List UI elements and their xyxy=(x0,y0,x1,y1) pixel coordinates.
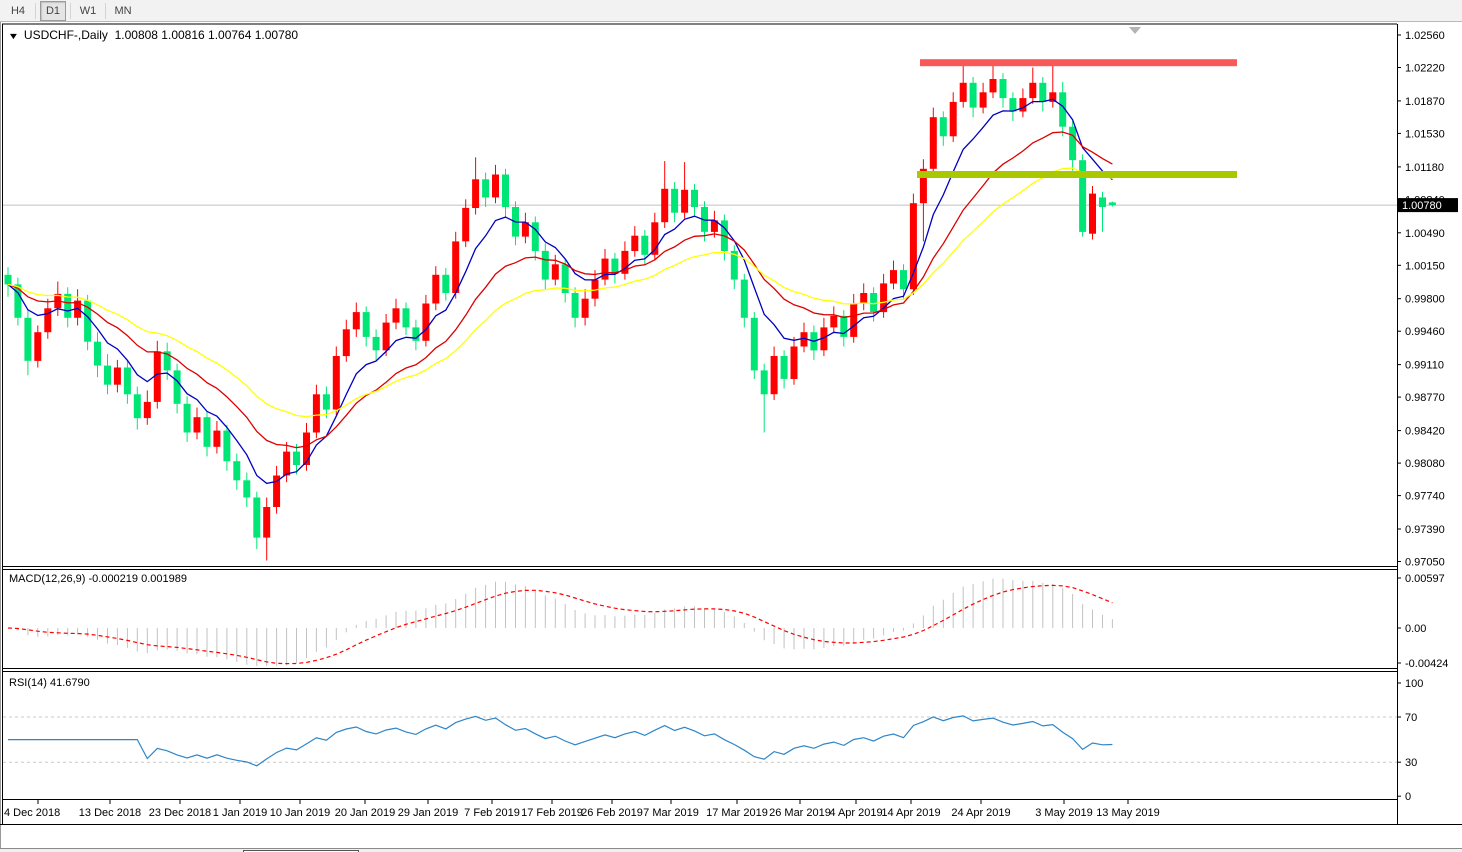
chart-title: ▼ USDCHF-,Daily 1.00808 1.00816 1.00764 1… xyxy=(8,28,299,42)
svg-text:1.02220: 1.02220 xyxy=(1405,63,1445,75)
svg-text:1.02560: 1.02560 xyxy=(1405,30,1445,42)
svg-text:0.97050: 0.97050 xyxy=(1405,557,1445,569)
svg-text:100: 100 xyxy=(1405,678,1423,690)
macd-label: MACD(12,26,9) -0.000219 0.001989 xyxy=(9,573,187,585)
svg-text:0: 0 xyxy=(1405,791,1411,803)
svg-text:1.00490: 1.00490 xyxy=(1405,228,1445,240)
svg-text:0.98420: 0.98420 xyxy=(1405,426,1445,438)
svg-text:0.00: 0.00 xyxy=(1405,623,1426,635)
svg-text:17 Mar 2019: 17 Mar 2019 xyxy=(706,807,768,819)
chart-shift-marker[interactable] xyxy=(1129,27,1141,34)
svg-text:30: 30 xyxy=(1405,757,1417,769)
svg-text:14 Apr 2019: 14 Apr 2019 xyxy=(881,807,940,819)
svg-text:0.97740: 0.97740 xyxy=(1405,491,1445,503)
symbol-tab-bar: EURUSD-,DailyAUDUSD-,DailyUSDCHF-,DailyU… xyxy=(0,848,1462,852)
timeframe-button-w1[interactable]: W1 xyxy=(75,1,101,21)
timeframe-button-mn[interactable]: MN xyxy=(110,1,136,21)
svg-text:70: 70 xyxy=(1405,712,1417,724)
svg-text:24 Apr 2019: 24 Apr 2019 xyxy=(951,807,1010,819)
svg-text:13 May 2019: 13 May 2019 xyxy=(1096,807,1160,819)
svg-text:13 Dec 2018: 13 Dec 2018 xyxy=(79,807,141,819)
svg-text:17 Feb 2019: 17 Feb 2019 xyxy=(521,807,583,819)
svg-text:0.99800: 0.99800 xyxy=(1405,294,1445,306)
timeframe-toolbar: H4 D1 W1 MN xyxy=(0,0,1462,22)
svg-text:1.00780: 1.00780 xyxy=(1402,200,1442,212)
timeframe-button-d1[interactable]: D1 xyxy=(40,0,66,21)
svg-text:26 Feb 2019: 26 Feb 2019 xyxy=(581,807,643,819)
svg-text:0.97390: 0.97390 xyxy=(1405,524,1445,536)
toolbar-separator xyxy=(105,2,106,19)
svg-text:0.99110: 0.99110 xyxy=(1405,360,1444,372)
svg-text:23 Dec 2018: 23 Dec 2018 xyxy=(149,807,211,819)
chart-symbol-label: USDCHF-,Daily xyxy=(23,28,108,42)
svg-text:0.98080: 0.98080 xyxy=(1405,458,1445,470)
svg-text:1.01180: 1.01180 xyxy=(1405,162,1444,174)
svg-text:1.01870: 1.01870 xyxy=(1405,96,1445,108)
svg-text:0.98770: 0.98770 xyxy=(1405,392,1445,404)
chart-ohlc-readout: 1.00808 1.00816 1.00764 1.00780 xyxy=(114,28,299,42)
rsi-value: 41.6790 xyxy=(49,677,90,689)
svg-text:0.00597: 0.00597 xyxy=(1405,573,1445,585)
svg-text:7 Feb 2019: 7 Feb 2019 xyxy=(464,807,520,819)
timeframe-button-h4[interactable]: H4 xyxy=(5,1,31,21)
chart-axes[interactable]: 1.02560 1.02220 1.01870 1.01530 1.01180 1.008… xyxy=(0,22,1462,852)
svg-text:29 Jan 2019: 29 Jan 2019 xyxy=(398,807,459,819)
svg-text:3 May 2019: 3 May 2019 xyxy=(1035,807,1092,819)
svg-text:7 Mar 2019: 7 Mar 2019 xyxy=(643,807,699,819)
svg-text:-0.00424: -0.00424 xyxy=(1405,658,1448,670)
svg-text:1.00150: 1.00150 xyxy=(1405,260,1445,272)
macd-values: -0.000219 0.001989 xyxy=(88,573,187,585)
toolbar-separator xyxy=(70,2,71,19)
chart-dropdown-icon[interactable]: ▼ xyxy=(8,31,20,41)
svg-text:1.01530: 1.01530 xyxy=(1405,128,1445,140)
svg-text:4 Apr 2019: 4 Apr 2019 xyxy=(829,807,882,819)
svg-text:1 Jan 2019: 1 Jan 2019 xyxy=(213,807,267,819)
svg-text:20 Jan 2019: 20 Jan 2019 xyxy=(335,807,396,819)
svg-text:10 Jan 2019: 10 Jan 2019 xyxy=(270,807,331,819)
svg-text:26 Mar 2019: 26 Mar 2019 xyxy=(769,807,831,819)
svg-text:4 Dec 2018: 4 Dec 2018 xyxy=(4,807,60,819)
terminal-window: H4 D1 W1 MN ▼ USDCHF-,Daily 1.00808 1.00816 … xyxy=(0,0,1462,852)
chart-window: ▼ USDCHF-,Daily 1.00808 1.00816 1.00764 1… xyxy=(0,22,1462,852)
toolbar-separator xyxy=(35,2,36,19)
svg-text:0.99460: 0.99460 xyxy=(1405,326,1445,338)
rsi-label: RSI(14) 41.6790 xyxy=(9,677,90,689)
